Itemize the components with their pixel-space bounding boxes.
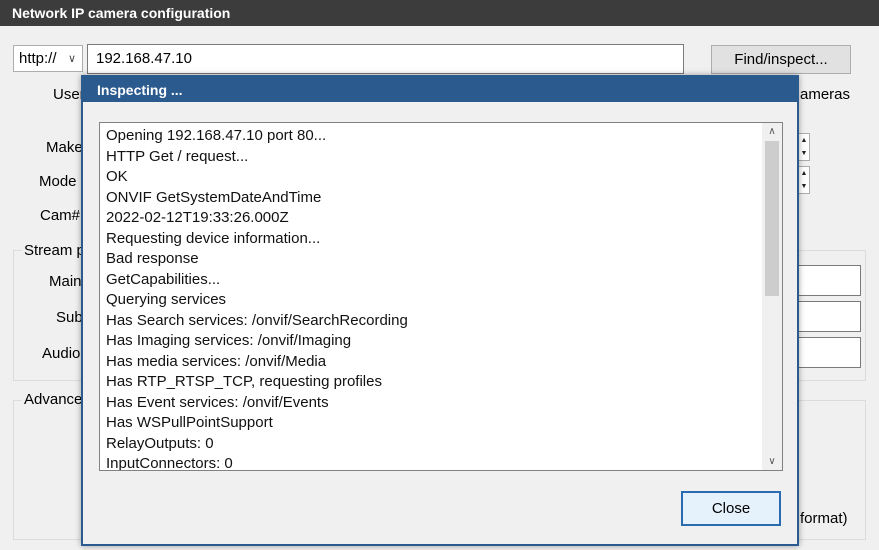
log-line: 2022-02-12T19:33:26.000Z bbox=[106, 209, 289, 226]
window-title: Network IP camera configuration bbox=[12, 5, 231, 21]
sub-stream-field[interactable] bbox=[796, 301, 861, 332]
scrollbar-thumb[interactable] bbox=[765, 141, 779, 296]
log-line: RelayOutputs: 0 bbox=[106, 434, 214, 452]
log-line: HTTP Get / request... bbox=[106, 147, 249, 165]
log-line: Querying services bbox=[106, 291, 227, 308]
protocol-select[interactable]: http:// ∨ bbox=[13, 45, 83, 72]
log-line: Has media services: /onvif/Media bbox=[106, 352, 327, 370]
close-button[interactable]: Close bbox=[681, 491, 781, 526]
user-label: User bbox=[53, 86, 85, 103]
log-lines: Opening 192.168.47.10 port 80... HTTP Get… bbox=[106, 126, 760, 471]
dialog-title-bar: Inspecting ... bbox=[83, 77, 797, 102]
inspecting-dialog: Inspecting ... Opening 192.168.47.10 por… bbox=[81, 75, 799, 546]
inspection-log[interactable]: Opening 192.168.47.10 port 80... HTTP Get… bbox=[99, 122, 783, 471]
log-line: OK bbox=[106, 168, 128, 185]
model-label: Mode bbox=[39, 173, 77, 190]
find-inspect-button[interactable]: Find/inspect... bbox=[711, 45, 851, 74]
log-line: ONVIF GetSystemDateAndTime bbox=[106, 188, 322, 206]
chevron-down-icon: ∨ bbox=[67, 53, 76, 65]
audio-stream-field[interactable] bbox=[796, 337, 861, 368]
log-line: Has Event services: /onvif/Events bbox=[106, 393, 329, 411]
stream-group-label: Stream p bbox=[22, 242, 87, 259]
log-line: Has Search services: /onvif/SearchRecord… bbox=[106, 311, 408, 329]
audio-stream-label: Audio bbox=[42, 345, 81, 362]
dialog-title: Inspecting ... bbox=[97, 82, 183, 98]
log-scrollbar[interactable]: ∧ ∨ bbox=[762, 123, 782, 470]
arrow-down-icon[interactable]: ∨ bbox=[762, 453, 782, 470]
log-line: Has Imaging services: /onvif/Imaging bbox=[106, 332, 352, 349]
make-spinner[interactable]: ▲ ▼ bbox=[798, 133, 810, 161]
log-line: Has RTP_RTSP_TCP, requesting profiles bbox=[106, 373, 382, 390]
main-stream-field[interactable] bbox=[796, 265, 861, 296]
cameras-label: ameras bbox=[800, 86, 851, 103]
cam-number-label: Cam# bbox=[40, 207, 81, 224]
arrow-up-icon[interactable]: ∧ bbox=[762, 123, 782, 140]
log-line: Opening 192.168.47.10 port 80... bbox=[106, 127, 327, 144]
log-line: Requesting device information... bbox=[106, 229, 321, 247]
main-stream-label: Main bbox=[49, 273, 82, 290]
window-title-bar: Network IP camera configuration bbox=[0, 0, 879, 26]
model-spinner[interactable]: ▲ ▼ bbox=[798, 166, 810, 194]
advanced-group-label: Advance bbox=[22, 391, 85, 408]
protocol-value: http:// bbox=[19, 50, 57, 67]
log-line: Bad response bbox=[106, 250, 199, 267]
make-label: Make bbox=[46, 139, 83, 156]
format-label: format) bbox=[800, 510, 848, 527]
address-input[interactable]: 192.168.47.10 bbox=[87, 44, 684, 74]
log-line: Has WSPullPointSupport bbox=[106, 414, 273, 431]
log-line: GetCapabilities... bbox=[106, 270, 221, 288]
log-line: InputConnectors: 0 bbox=[106, 455, 233, 471]
sub-stream-label: Sub bbox=[56, 309, 83, 326]
